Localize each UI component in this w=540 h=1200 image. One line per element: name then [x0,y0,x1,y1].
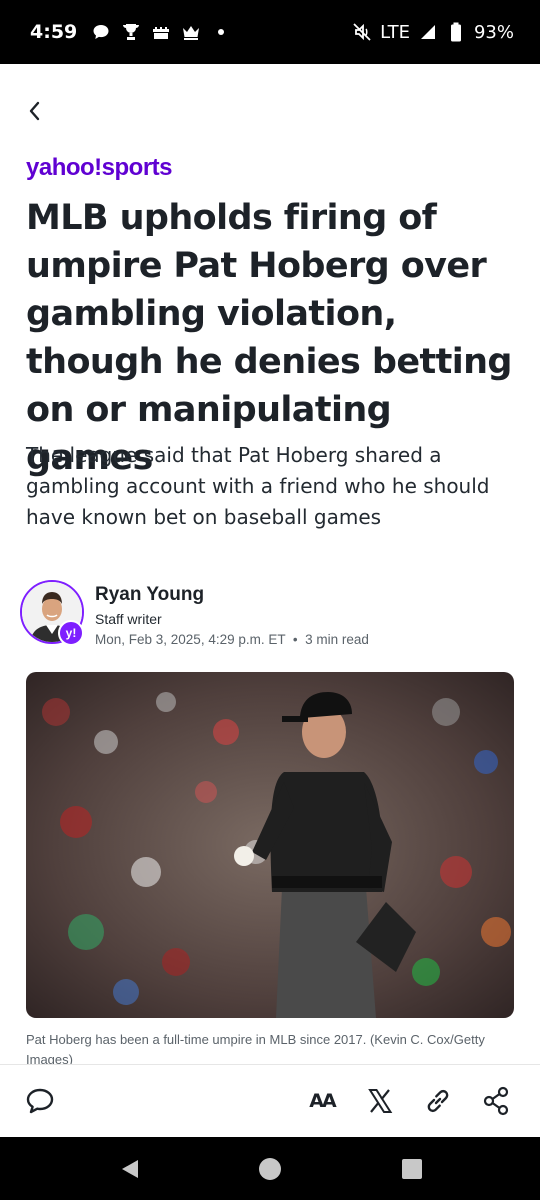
author-role: Staff writer [95,611,162,627]
text-size-button[interactable]: AA [304,1083,340,1119]
umpire-photo [26,672,514,1018]
article-toolbar: AA [0,1064,540,1137]
crown-icon [181,22,201,42]
copy-link-button[interactable] [420,1083,456,1119]
nav-home-button[interactable] [258,1157,282,1181]
author-name[interactable]: Ryan Young [95,584,204,606]
share-x-button[interactable] [362,1083,398,1119]
brand-logo: yahoo!sports [26,154,173,181]
hero-image[interactable] [26,672,514,1018]
mute-icon [352,22,372,42]
trophy-icon [121,22,141,42]
nav-back-button[interactable] [118,1157,142,1181]
yahoo-badge: y! [58,620,84,646]
nav-recents-button[interactable] [400,1157,424,1181]
meta-separator: • [289,632,306,647]
article-subheadline: The league said that Pat Hoberg shared a… [26,443,490,529]
castle-icon [151,22,171,42]
dot-icon [211,22,231,42]
share-button[interactable] [478,1083,514,1119]
signal-icon [418,22,438,42]
battery-icon [446,22,466,42]
copy-link-icon [427,1089,449,1113]
article-headline: MLB upholds firing of umpire Pat Hoberg … [26,198,512,478]
status-time: 4:59 [30,21,78,43]
system-nav-bar [0,1137,540,1200]
byline: y! Ryan Young Staff writer Mon, Feb 3, 2… [20,580,520,650]
chevron-left-icon [29,101,40,121]
article-view: yahoo!sports MLB upholds firing of umpir… [0,64,540,1137]
comment-button[interactable] [22,1083,58,1119]
read-time: 3 min read [305,632,369,647]
share-icon [483,1086,509,1116]
triangle-back-icon [122,1160,138,1178]
network-type: LTE [380,21,410,43]
text-size-icon: AA [309,1090,336,1112]
back-button[interactable] [20,96,50,126]
circle-home-icon [259,1158,281,1180]
publish-meta: Mon, Feb 3, 2025, 4:29 p.m. ET • 3 min r… [95,632,369,647]
battery-level: 93% [473,21,514,43]
x-share-icon [368,1089,393,1113]
square-recents-icon [402,1159,422,1179]
chat-bubble-icon [91,22,111,42]
status-bar: 4:59 LTE 93% [0,0,540,64]
comment-icon [26,1088,54,1114]
publish-date: Mon, Feb 3, 2025, 4:29 p.m. ET [95,632,286,647]
